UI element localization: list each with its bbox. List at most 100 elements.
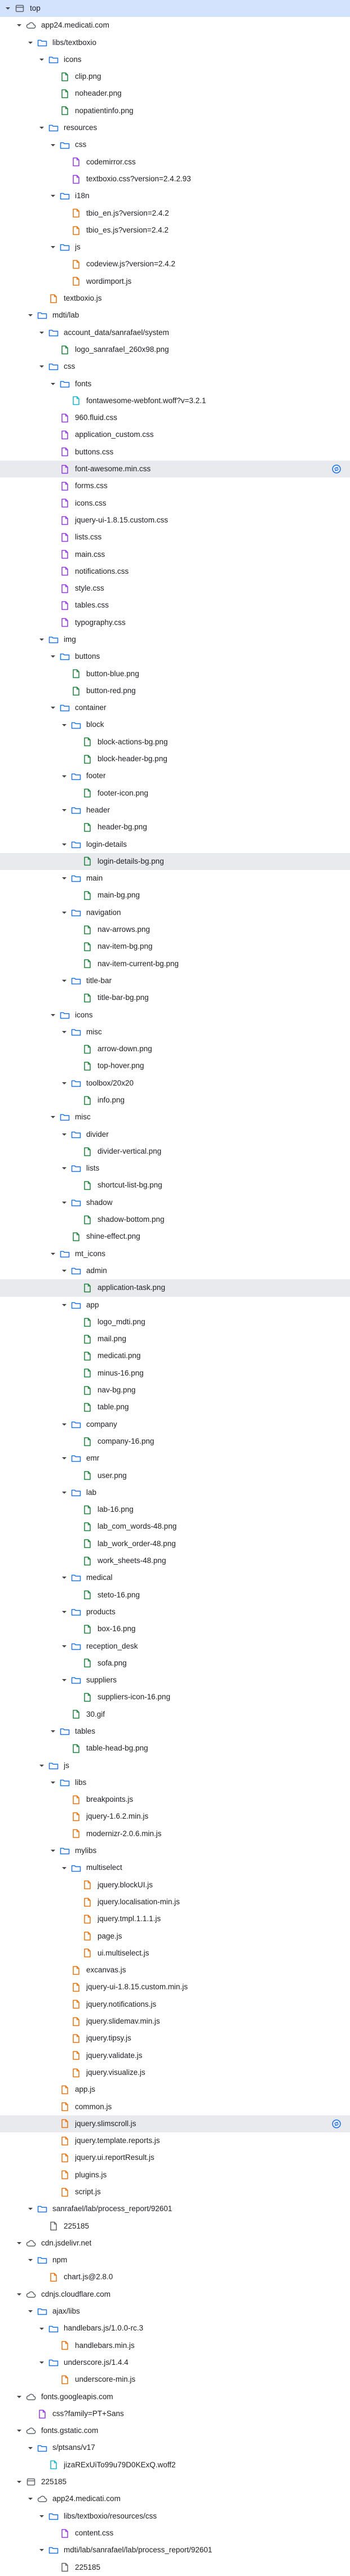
tree-file-nav-bg-png[interactable]: nav-bg.png bbox=[0, 1382, 350, 1399]
tree-folder-mt-icons[interactable]: mt_icons bbox=[0, 1245, 350, 1262]
expand-arrow-icon[interactable] bbox=[15, 21, 24, 30]
tree-folder-icons[interactable]: icons bbox=[0, 1007, 350, 1024]
tree-file-nav-item-bg-png[interactable]: nav-item-bg.png bbox=[0, 938, 350, 955]
tree-file-notifications-css[interactable]: notifications.css bbox=[0, 563, 350, 580]
tree-file-login-details-bg-png[interactable]: login-details-bg.png bbox=[0, 852, 350, 870]
tree-file-forms-css[interactable]: forms.css bbox=[0, 477, 350, 494]
tree-folder-container[interactable]: container bbox=[0, 699, 350, 716]
tree-file-clip-png[interactable]: clip.png bbox=[0, 68, 350, 85]
expand-arrow-icon[interactable] bbox=[48, 1249, 57, 1258]
tree-folder-misc[interactable]: misc bbox=[0, 1024, 350, 1041]
expand-arrow-icon[interactable] bbox=[26, 2204, 35, 2213]
expand-arrow-icon[interactable] bbox=[48, 141, 57, 150]
tree-file-jquery-1-6-2-min-js[interactable]: jquery-1.6.2.min.js bbox=[0, 1808, 350, 1825]
tree-folder-js[interactable]: js bbox=[0, 239, 350, 256]
tree-folder-icons[interactable]: icons bbox=[0, 51, 350, 68]
expand-arrow-icon[interactable] bbox=[48, 1778, 57, 1787]
tree-folder-footer[interactable]: footer bbox=[0, 767, 350, 784]
expand-arrow-icon[interactable] bbox=[37, 2546, 46, 2555]
tree-folder-multiselect[interactable]: multiselect bbox=[0, 1859, 350, 1876]
tree-file-jquery-blockui-js[interactable]: jquery.blockUI.js bbox=[0, 1877, 350, 1894]
tree-folder-i18n[interactable]: i18n bbox=[0, 187, 350, 204]
expand-arrow-icon[interactable] bbox=[37, 2324, 46, 2333]
expand-arrow-icon[interactable] bbox=[60, 1164, 69, 1173]
tree-folder-company[interactable]: company bbox=[0, 1416, 350, 1433]
tree-folder-title-bar[interactable]: title-bar bbox=[0, 972, 350, 989]
expand-arrow-icon[interactable] bbox=[60, 1864, 69, 1873]
tree-file-lists-css[interactable]: lists.css bbox=[0, 529, 350, 546]
tree-file-content-css[interactable]: content.css bbox=[0, 2525, 350, 2542]
expand-arrow-icon[interactable] bbox=[48, 703, 57, 712]
tree-folder-main[interactable]: main bbox=[0, 870, 350, 887]
tree-file-chart-js-2-8-0[interactable]: chart.js@2.8.0 bbox=[0, 2269, 350, 2285]
tree-file-footer-icon-png[interactable]: footer-icon.png bbox=[0, 785, 350, 802]
tree-file-button-red-png[interactable]: button-red.png bbox=[0, 682, 350, 699]
tree-folder-mylibs[interactable]: mylibs bbox=[0, 1842, 350, 1859]
tree-folder-libs-textboxio[interactable]: libs/textboxio bbox=[0, 34, 350, 51]
tree-folder-misc[interactable]: misc bbox=[0, 1109, 350, 1126]
tree-file-lab-16-png[interactable]: lab-16.png bbox=[0, 1501, 350, 1518]
tree-file-icons-css[interactable]: icons.css bbox=[0, 495, 350, 512]
tree-file-plugins-js[interactable]: plugins.js bbox=[0, 2167, 350, 2184]
tree-folder-mdti-lab-sanrafael-lab-process-report-92[interactable]: mdti/lab/sanrafael/lab/process_report/92… bbox=[0, 2542, 350, 2559]
tree-file-main-bg-png[interactable]: main-bg.png bbox=[0, 887, 350, 904]
expand-arrow-icon[interactable] bbox=[60, 721, 69, 730]
tree-file-jquery-tipsy-js[interactable]: jquery.tipsy.js bbox=[0, 2030, 350, 2047]
tree-folder-ajax-libs[interactable]: ajax/libs bbox=[0, 2303, 350, 2320]
tree-folder-resources[interactable]: resources bbox=[0, 119, 350, 136]
expand-arrow-icon[interactable] bbox=[37, 2358, 46, 2367]
tree-file-buttons-css[interactable]: buttons.css bbox=[0, 444, 350, 461]
expand-arrow-icon[interactable] bbox=[60, 908, 69, 917]
tree-file-jquery-ui-1-8-15-custom-min-js[interactable]: jquery-ui-1.8.15.custom.min.js bbox=[0, 1979, 350, 1995]
tree-folder-js[interactable]: js bbox=[0, 1757, 350, 1774]
expand-arrow-icon[interactable] bbox=[37, 362, 46, 371]
expand-arrow-icon[interactable] bbox=[37, 2512, 46, 2521]
tree-folder-products[interactable]: products bbox=[0, 1604, 350, 1620]
tree-folder-suppliers[interactable]: suppliers bbox=[0, 1672, 350, 1689]
tree-file-info-png[interactable]: info.png bbox=[0, 1092, 350, 1109]
tree-file-button-blue-png[interactable]: button-blue.png bbox=[0, 666, 350, 682]
tree-file-typography-css[interactable]: typography.css bbox=[0, 614, 350, 631]
tree-file-title-bar-bg-png[interactable]: title-bar-bg.png bbox=[0, 989, 350, 1006]
tree-folder-lists[interactable]: lists bbox=[0, 1160, 350, 1177]
expand-arrow-icon[interactable] bbox=[60, 1198, 69, 1207]
tree-file-tbio-en-js-version-2-4-2[interactable]: tbio_en.js?version=2.4.2 bbox=[0, 205, 350, 222]
tree-file-jizarexuito99u79d0kexq-woff2[interactable]: jizaRExUiTo99u79D0KExQ.woff2 bbox=[0, 2457, 350, 2474]
tree-file-top-hover-png[interactable]: top-hover.png bbox=[0, 1057, 350, 1074]
expand-arrow-icon[interactable] bbox=[48, 191, 57, 200]
tree-file-arrow-down-png[interactable]: arrow-down.png bbox=[0, 1041, 350, 1057]
tree-folder-block[interactable]: block bbox=[0, 716, 350, 733]
tree-file-shine-effect-png[interactable]: shine-effect.png bbox=[0, 1228, 350, 1245]
tree-file-steto-16-png[interactable]: steto-16.png bbox=[0, 1587, 350, 1604]
expand-arrow-icon[interactable] bbox=[48, 243, 57, 252]
tree-folder-tables[interactable]: tables bbox=[0, 1723, 350, 1740]
tree-folder-toolbox-20x20[interactable]: toolbox/20x20 bbox=[0, 1075, 350, 1092]
tree-file-work-sheets-48-png[interactable]: work_sheets-48.png bbox=[0, 1552, 350, 1569]
tree-folder-divider[interactable]: divider bbox=[0, 1126, 350, 1143]
tree-file-shortcut-list-bg-png[interactable]: shortcut-list-bg.png bbox=[0, 1177, 350, 1194]
expand-arrow-icon[interactable] bbox=[48, 1011, 57, 1020]
tree-domain-app24-medicati-com[interactable]: app24.medicati.com bbox=[0, 17, 350, 34]
tree-file-excanvas-js[interactable]: excanvas.js bbox=[0, 1962, 350, 1979]
tree-folder-shadow[interactable]: shadow bbox=[0, 1194, 350, 1211]
tree-file-underscore-min-js[interactable]: underscore-min.js bbox=[0, 2371, 350, 2388]
tree-file-jquery-ui-1-8-15-custom-css[interactable]: jquery-ui-1.8.15.custom.css bbox=[0, 512, 350, 529]
expand-arrow-icon[interactable] bbox=[60, 1454, 69, 1463]
tree-file-app-js[interactable]: app.js bbox=[0, 2081, 350, 2098]
tree-file-noheader-png[interactable]: noheader.png bbox=[0, 85, 350, 102]
expand-arrow-icon[interactable] bbox=[15, 2290, 24, 2299]
expand-arrow-icon[interactable] bbox=[60, 840, 69, 849]
sync-badge-icon[interactable] bbox=[331, 463, 342, 475]
tree-folder-admin[interactable]: admin bbox=[0, 1262, 350, 1279]
tree-file-minus-16-png[interactable]: minus-16.png bbox=[0, 1365, 350, 1382]
expand-arrow-icon[interactable] bbox=[37, 328, 46, 337]
tree-file-jquery-slimscroll-js[interactable]: jquery.slimscroll.js bbox=[0, 2115, 350, 2133]
tree-file-main-css[interactable]: main.css bbox=[0, 546, 350, 563]
expand-arrow-icon[interactable] bbox=[60, 1301, 69, 1310]
tree-folder-npm[interactable]: npm bbox=[0, 2252, 350, 2269]
tree-file-page-js[interactable]: page.js bbox=[0, 1928, 350, 1945]
expand-arrow-icon[interactable] bbox=[37, 123, 46, 132]
tree-folder-navigation[interactable]: navigation bbox=[0, 904, 350, 921]
tree-folder-sanrafael-lab-process-report-92601[interactable]: sanrafael/lab/process_report/92601 bbox=[0, 2200, 350, 2217]
tree-file-wordimport-js[interactable]: wordimport.js bbox=[0, 273, 350, 290]
